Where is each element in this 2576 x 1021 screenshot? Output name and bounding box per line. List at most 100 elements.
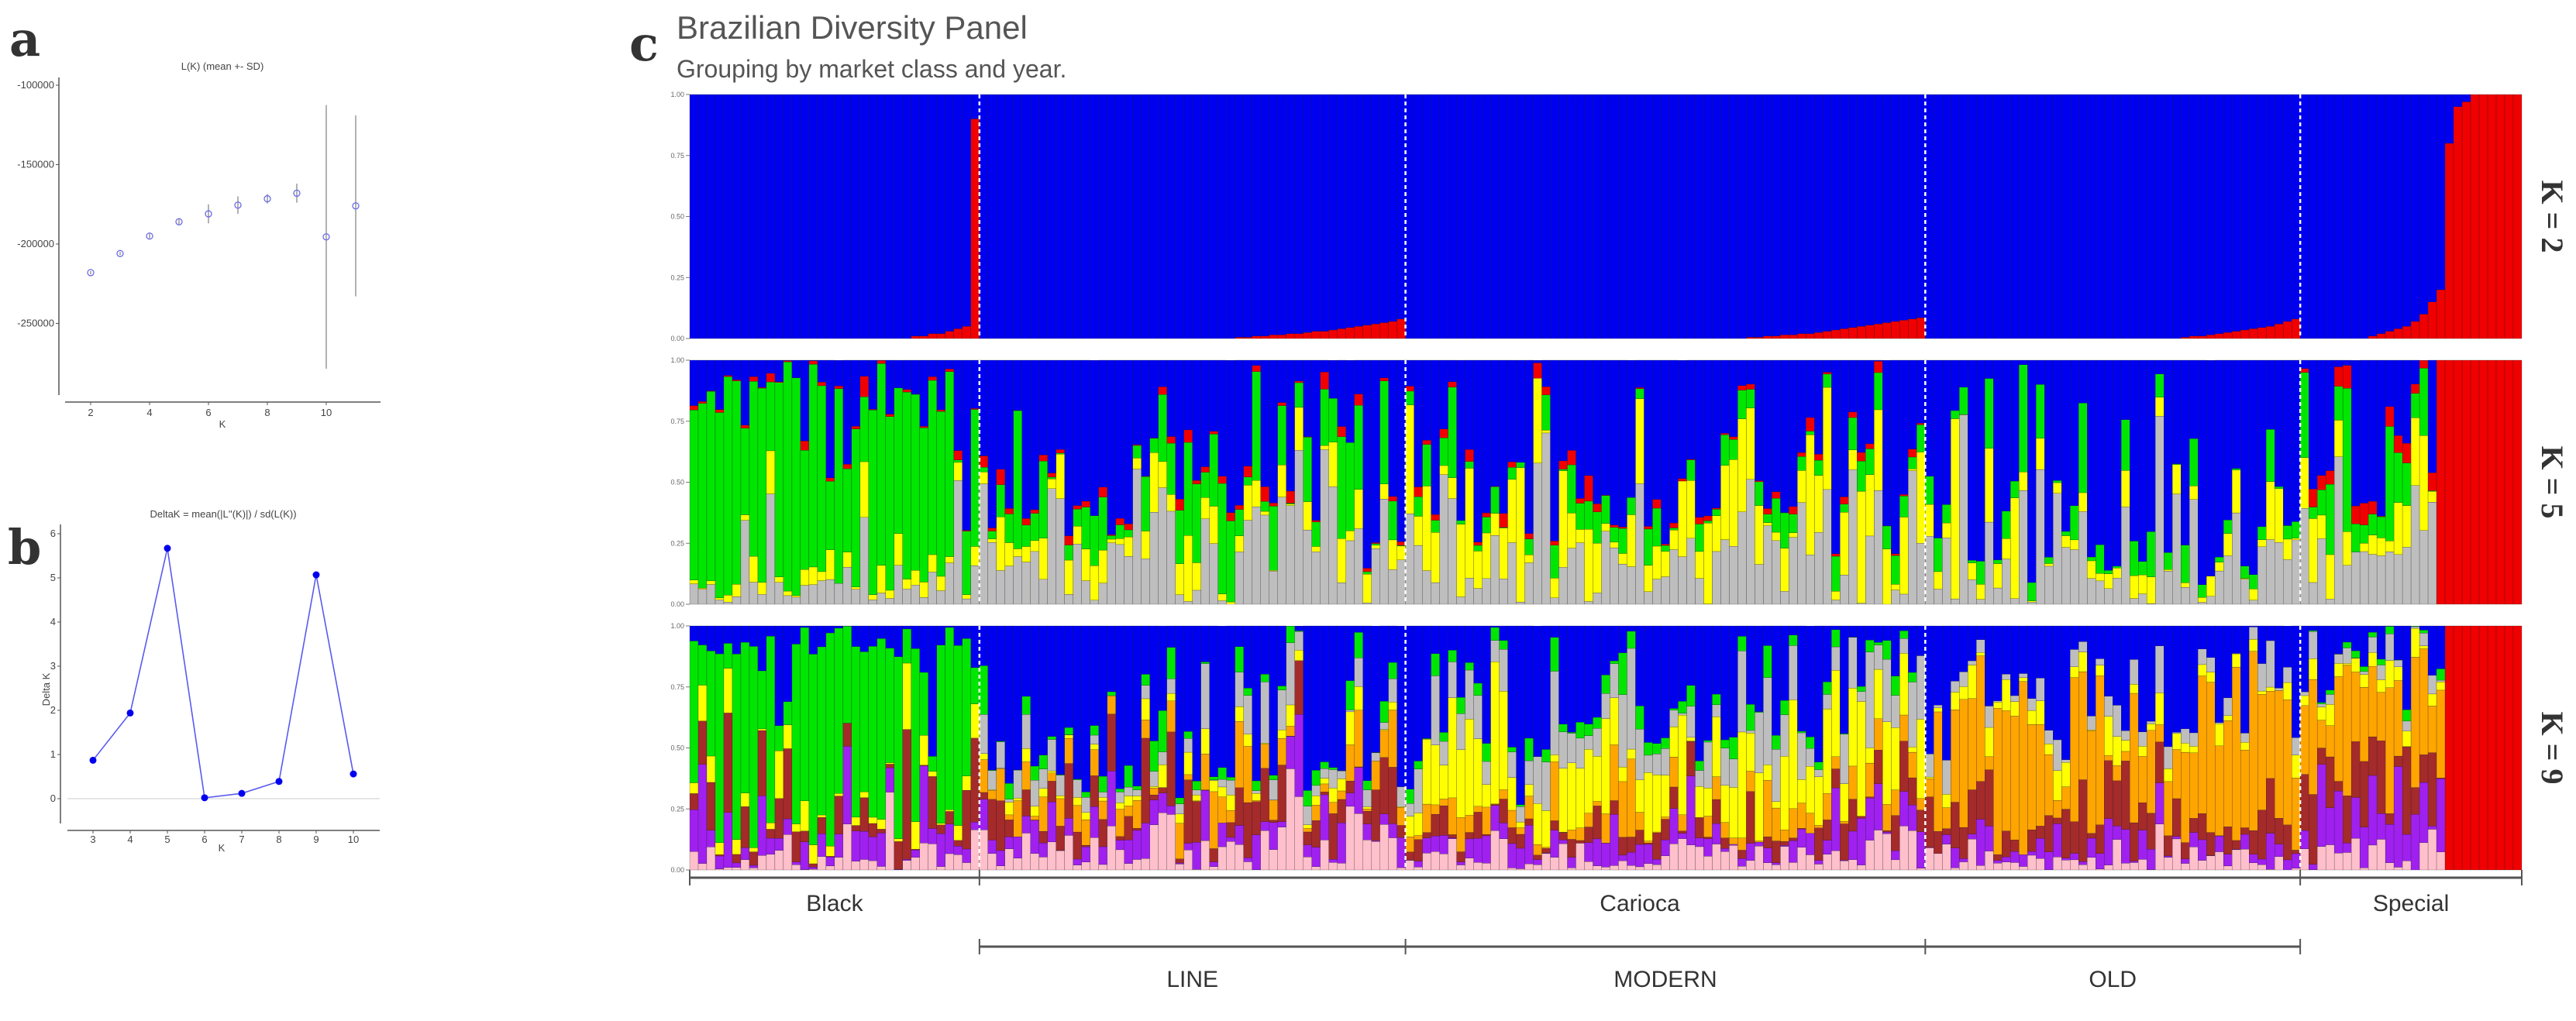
admixture-bar-segment-red (1354, 326, 1363, 339)
admixture-bar-segment-green (1763, 645, 1772, 678)
admixture-bar-segment-blue (1959, 359, 1968, 388)
admixture-bar-segment-yellow (1414, 813, 1423, 836)
admixture-bar-segment-gray (1269, 571, 1278, 605)
admixture-bar-segment-green (1635, 706, 1644, 730)
admixture-bar-segment-purple (1865, 797, 1875, 841)
admixture-bar-segment-blue (953, 94, 963, 329)
admixture-bar-segment-gray (1098, 583, 1107, 605)
admixture-bar-segment-yellow (1934, 571, 1943, 590)
admixture-bar-segment-green (1235, 646, 1244, 672)
admixture-bar-segment-orange (2164, 781, 2173, 836)
admixture-bar-segment-green (1482, 517, 1491, 534)
admixture-bar-segment-gray (1951, 598, 1960, 605)
admixture-bar-segment-blue (2027, 359, 2037, 583)
admixture-bar-segment-green (1269, 506, 1278, 571)
admixture-bar-segment-pink (851, 861, 861, 871)
admixture-bar-segment-yellow (2206, 576, 2216, 596)
admixture-bar-segment-blue (2223, 359, 2233, 521)
admixture-bar-segment-pink (1993, 863, 2003, 871)
admixture-bar-segment-orange (2266, 691, 2275, 779)
admixture-bar-segment-gray (1951, 681, 1960, 693)
admixture-bar-segment-blue (902, 94, 912, 339)
admixture-bar-segment-purple (2266, 833, 2275, 870)
admixture-bar-segment-gray (1524, 562, 1534, 605)
admixture-bar-segment-green (1576, 503, 1585, 530)
admixture-bar-segment-yellow (1968, 665, 1977, 699)
admixture-bar-segment-gray (1686, 538, 1696, 605)
admixture-bar-segment-purple (1166, 806, 1176, 815)
admixture-bar-segment-purple (1064, 818, 1073, 836)
admixture-bar-segment-green (1473, 545, 1483, 552)
admixture-bar-segment-blue (1337, 359, 1346, 427)
admixture-bar-segment-brown (1379, 757, 1389, 814)
admixture-bar-segment-gray (1303, 529, 1312, 605)
admixture-bar-segment-brown (1388, 767, 1397, 824)
admixture-bar-segment-green (2215, 556, 2224, 562)
admixture-bar-segment-brown (1337, 799, 1346, 823)
lk-plot: L(K) (mean +- SD) -100000-150000-200000-… (17, 60, 381, 430)
admixture-bar-segment-blue (2010, 625, 2020, 696)
admixture-bar-segment-yellow (1934, 707, 1943, 713)
admixture-bar-segment-blue (1558, 94, 1568, 339)
admixture-bar-segment-orange (2275, 689, 2284, 819)
admixture-bar-segment-pink (1737, 866, 1747, 871)
admixture-bar-segment-gray (1848, 469, 1858, 605)
admixture-bar-segment-purple (1993, 860, 2003, 864)
admixture-bar-segment-blue (1541, 359, 1551, 387)
admixture-bar-segment-yellow (1729, 787, 1738, 838)
admixture-bar-segment-brown (1524, 818, 1534, 826)
admixture-bar-segment-red (1797, 452, 1806, 457)
admixture-bar-segment-red (2461, 359, 2471, 605)
panel-label-c: c (629, 15, 659, 72)
admixture-bar-segment-blue (1482, 359, 1491, 514)
admixture-bar-segment-orange (2113, 765, 2122, 781)
admixture-bar-segment-blue (2044, 359, 2054, 558)
admixture-bar-segment-blue (1644, 359, 1653, 527)
admixture-bar-segment-brown (1891, 815, 1900, 851)
admixture-bar-segment-green (1874, 372, 1883, 411)
lk-y-tick-label: -150000 (17, 159, 54, 170)
admixture-bar-segment-yellow (945, 810, 954, 812)
admixture-bar-segment-orange (1610, 744, 1619, 801)
admixture-bar-segment-red (1252, 365, 1261, 372)
admixture-bar-segment-purple (1030, 820, 1039, 854)
admixture-bar-segment-gray (1720, 748, 1730, 786)
admixture-bar-segment-brown (2104, 760, 2113, 819)
admixture-bar-segment-orange (1618, 781, 1627, 837)
admixture-bar-segment-blue (2189, 359, 2199, 439)
admixture-bar-segment-green (2198, 584, 2207, 598)
admixture-bar-segment-green (2308, 507, 2318, 519)
admixture-bar-segment-brown (1576, 840, 1585, 844)
admixture-bar-segment-blue (1405, 359, 1414, 387)
admixture-bar-segment-gray (1908, 470, 1917, 605)
admixture-bar-segment-yellow (1772, 801, 1781, 809)
admixture-bar-segment-green (2172, 463, 2182, 465)
admixture-bar-segment-blue (1652, 359, 1662, 500)
admixture-bar-segment-blue (1806, 626, 1815, 737)
admixture-bar-segment-red (2487, 625, 2497, 871)
admixture-bar-segment-blue (1584, 625, 1593, 724)
admixture-bar-segment-orange (1524, 796, 1534, 820)
admixture-bar-segment-pink (1925, 847, 1934, 871)
admixture-bar-segment-red (1746, 383, 1755, 390)
admixture-bar-segment-yellow (766, 450, 776, 494)
admixture-bar-segment-green (1507, 467, 1517, 480)
admixture-bar-segment-pink (791, 865, 801, 871)
admixture-bar-segment-blue (1797, 94, 1806, 334)
admixture-bar-segment-purple (689, 809, 699, 852)
admixture-bar-segment-red (1422, 440, 1431, 445)
admixture-bar-segment-gray (1865, 651, 1875, 748)
admixture-bar-segment-red (1763, 508, 1772, 514)
admixture-bar-segment-purple (1490, 805, 1500, 831)
admixture-bar-segment-blue (732, 94, 742, 339)
admixture-bar-segment-red (885, 414, 895, 417)
admixture-bar-segment-green (1823, 682, 1832, 695)
admixture-bar-segment-gray (1993, 587, 2003, 605)
admixture-bar-segment-green (1038, 755, 1048, 769)
admixture-bar-segment-yellow (2061, 535, 2071, 548)
admixture-bar-segment-orange (1235, 721, 1244, 788)
admixture-bar-segment-orange (1644, 841, 1653, 844)
admixture-bar-segment-blue (1601, 94, 1610, 339)
admixture-bar-segment-pink (1635, 866, 1644, 871)
admixture-bar-segment-yellow (1772, 531, 1781, 541)
